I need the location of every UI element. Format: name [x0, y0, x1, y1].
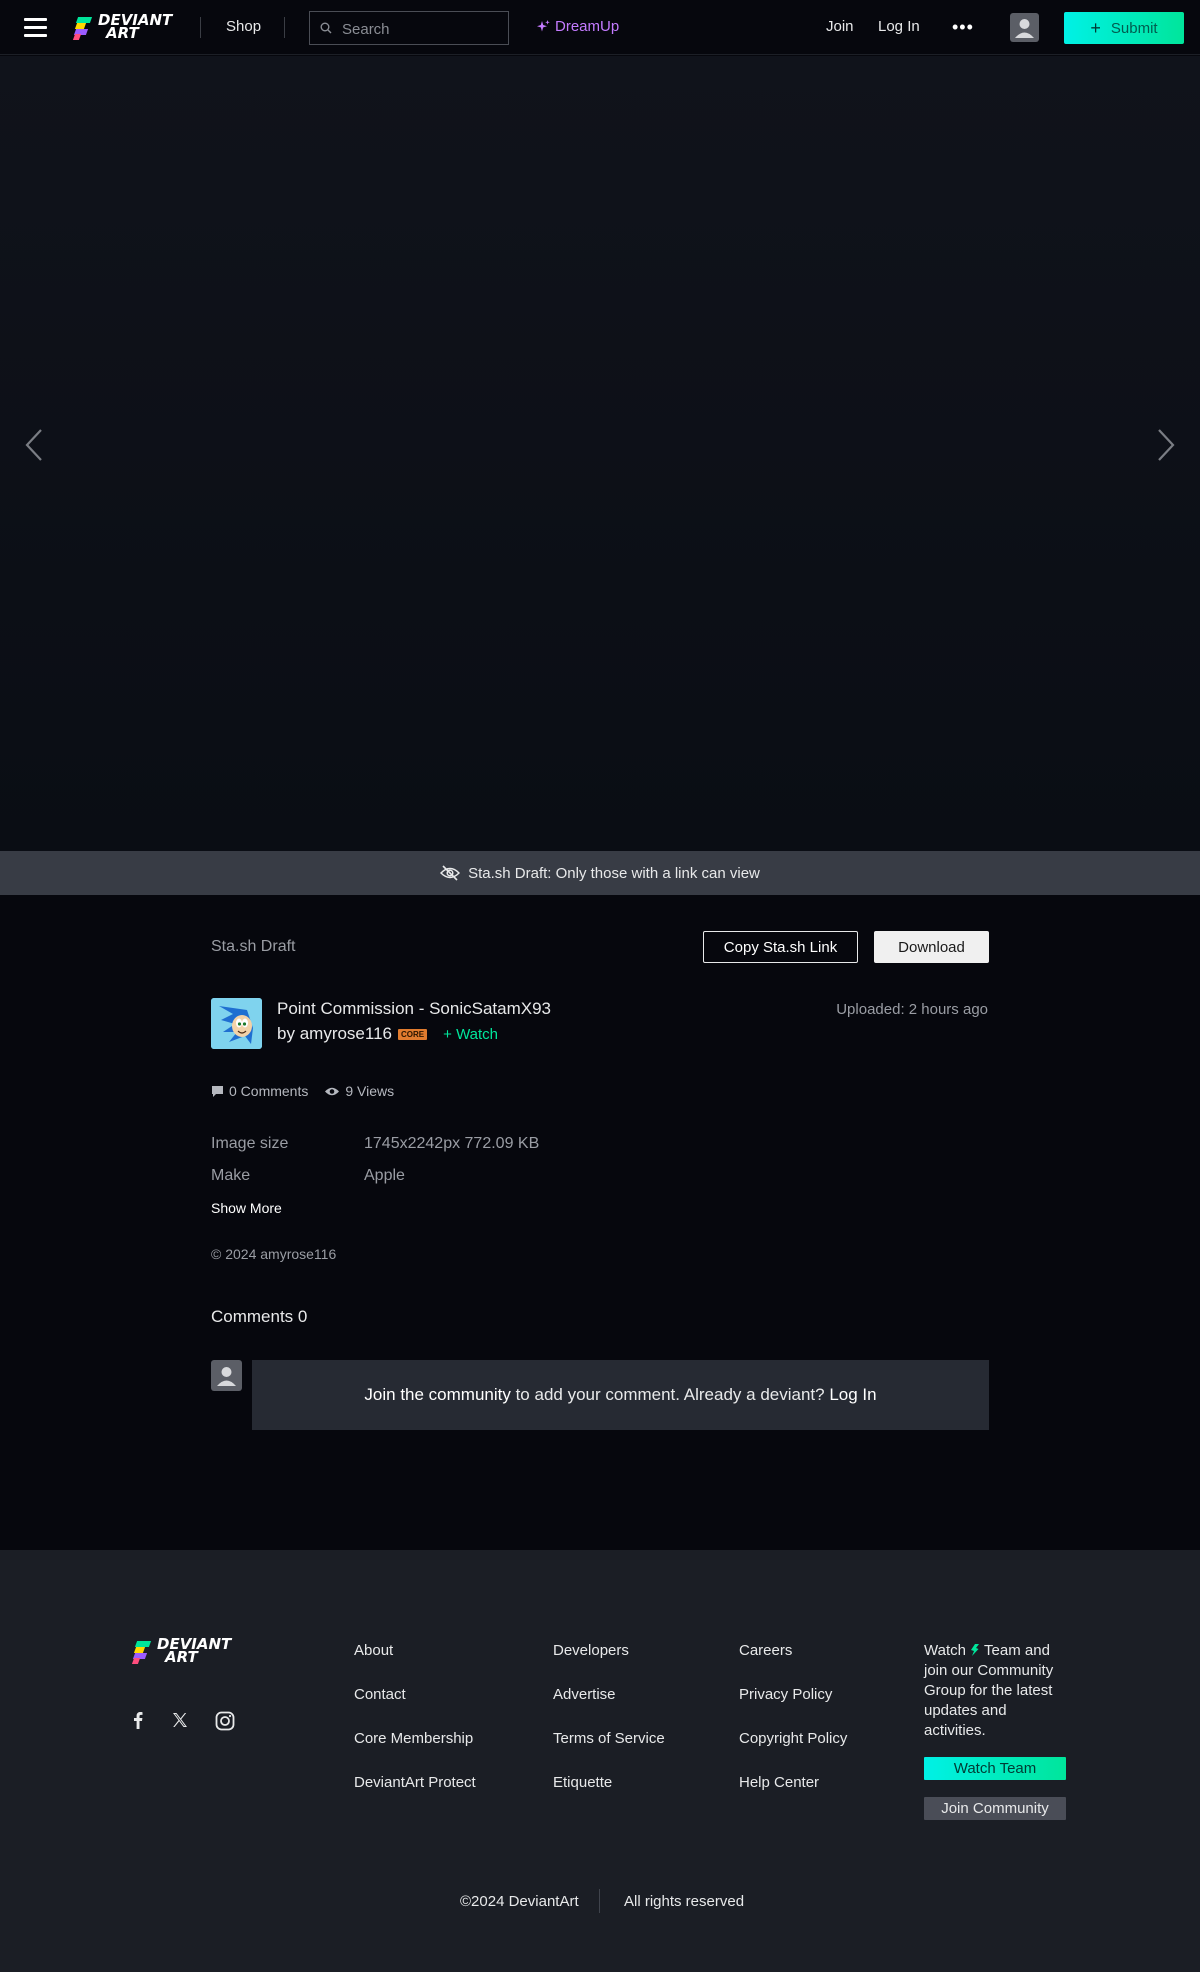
more-icon[interactable]: •••	[952, 17, 974, 38]
stash-draft-banner: Sta.sh Draft: Only those with a link can…	[0, 851, 1200, 895]
banner-text: Sta.sh Draft: Only those with a link can…	[468, 864, 760, 882]
logo-mark-icon	[131, 1638, 152, 1664]
views-count: 9 Views	[345, 1083, 395, 1099]
footer-link-deviantart-protect[interactable]: DeviantArt Protect	[354, 1774, 476, 1791]
show-more-link[interactable]: Show More	[211, 1200, 282, 1216]
footer-link-etiquette[interactable]: Etiquette	[553, 1774, 612, 1791]
footer-copyright: ©2024 DeviantArt	[460, 1893, 579, 1910]
section-title: Sta.sh Draft	[211, 938, 296, 955]
comments-count: 0 Comments	[229, 1083, 309, 1099]
comments-stat[interactable]: 0 Comments	[211, 1083, 308, 1099]
dreamup-label: DreamUp	[555, 18, 620, 35]
community-blurb: Watch Team and join our Community Group …	[924, 1641, 1069, 1741]
footer-link-core-membership[interactable]: Core Membership	[354, 1730, 473, 1747]
artwork-stage	[0, 56, 1200, 851]
footer-logo[interactable]: DEVIANT ART	[131, 1635, 232, 1666]
logo-text: DEVIANT ART	[157, 1635, 232, 1666]
shop-link[interactable]: Shop	[226, 18, 261, 35]
join-link[interactable]: Join	[826, 18, 854, 35]
submit-button[interactable]: + Submit	[1064, 12, 1184, 44]
comments-heading: Comments 0	[211, 1307, 308, 1326]
hamburger-icon[interactable]	[24, 18, 47, 37]
comment-login-link[interactable]: Log In	[829, 1385, 876, 1405]
divider	[284, 17, 285, 38]
comment-join-prompt: Join the community to add your comment. …	[252, 1360, 989, 1430]
facebook-icon[interactable]	[130, 1710, 146, 1730]
chevron-right-icon[interactable]	[1156, 428, 1176, 462]
join-community-link[interactable]: Join the community	[364, 1385, 510, 1405]
watch-label: Watch	[456, 1025, 499, 1043]
watch-team-button[interactable]: Watch Team	[924, 1757, 1066, 1780]
footer-link-terms[interactable]: Terms of Service	[553, 1730, 665, 1747]
search-box[interactable]	[309, 11, 509, 45]
divider	[599, 1889, 600, 1913]
plus-icon: +	[443, 1025, 452, 1043]
deviation-title: Point Commission - SonicSatamX93	[277, 999, 552, 1018]
user-icon	[211, 1360, 242, 1391]
deviantart-mini-icon	[971, 1644, 980, 1656]
sparkle-icon	[537, 20, 550, 32]
divider	[200, 17, 201, 38]
dreamup-link[interactable]: DreamUp	[536, 18, 619, 35]
author-link[interactable]: amyrose116	[300, 1024, 392, 1044]
deviantart-logo[interactable]: DEVIANT ART	[72, 11, 173, 42]
top-header: DEVIANT ART Shop DreamUp Join Log In •••…	[0, 0, 1200, 55]
user-icon[interactable]	[1010, 13, 1039, 42]
footer-link-advertise[interactable]: Advertise	[553, 1686, 616, 1703]
footer-link-help-center[interactable]: Help Center	[739, 1774, 819, 1791]
footer-link-privacy[interactable]: Privacy Policy	[739, 1686, 832, 1703]
author-avatar[interactable]	[211, 998, 262, 1049]
by-prefix: by	[277, 1024, 295, 1043]
meta-label: Make	[211, 1167, 251, 1184]
blurb-pre: Watch	[924, 1642, 966, 1659]
watch-button[interactable]: + Watch	[443, 1026, 498, 1043]
eye-icon	[325, 1087, 340, 1095]
search-input[interactable]	[342, 18, 502, 40]
uploaded-time: Uploaded: 2 hours ago	[836, 1001, 988, 1018]
core-badge: CORE	[398, 1028, 428, 1040]
plus-icon: +	[1090, 17, 1101, 38]
footer-link-copyright-policy[interactable]: Copyright Policy	[739, 1730, 847, 1747]
download-button[interactable]: Download	[874, 931, 989, 963]
stats-row: 0 Comments 9 Views	[211, 1083, 410, 1099]
footer-link-about[interactable]: About	[354, 1642, 393, 1659]
prompt-text: to add your comment. Already a deviant?	[510, 1385, 830, 1404]
submit-label: Submit	[1110, 19, 1158, 37]
login-link[interactable]: Log In	[878, 18, 920, 35]
eye-off-icon	[440, 865, 461, 881]
logo-mark-icon	[72, 14, 93, 40]
join-community-button[interactable]: Join Community	[924, 1797, 1066, 1820]
views-stat: 9 Views	[324, 1083, 394, 1099]
footer-link-developers[interactable]: Developers	[553, 1642, 629, 1659]
meta-label: Image size	[211, 1135, 289, 1152]
copy-stash-link-button[interactable]: Copy Sta.sh Link	[703, 931, 858, 963]
search-icon	[320, 22, 332, 34]
x-icon[interactable]	[172, 1712, 188, 1728]
footer-link-contact[interactable]: Contact	[354, 1686, 406, 1703]
meta-value: 1745x2242px 772.09 KB	[364, 1135, 540, 1152]
comment-icon	[212, 1085, 223, 1097]
deviation-copyright: © 2024 amyrose116	[211, 1246, 337, 1262]
footer-rights: All rights reserved	[624, 1893, 745, 1910]
chevron-left-icon[interactable]	[24, 428, 44, 462]
meta-value: Apple	[364, 1167, 405, 1184]
instagram-icon[interactable]	[215, 1711, 235, 1731]
author-line: by amyrose116 CORE + Watch	[277, 1024, 498, 1044]
logo-text: DEVIANT ART	[98, 11, 173, 42]
footer-link-careers[interactable]: Careers	[739, 1642, 792, 1659]
